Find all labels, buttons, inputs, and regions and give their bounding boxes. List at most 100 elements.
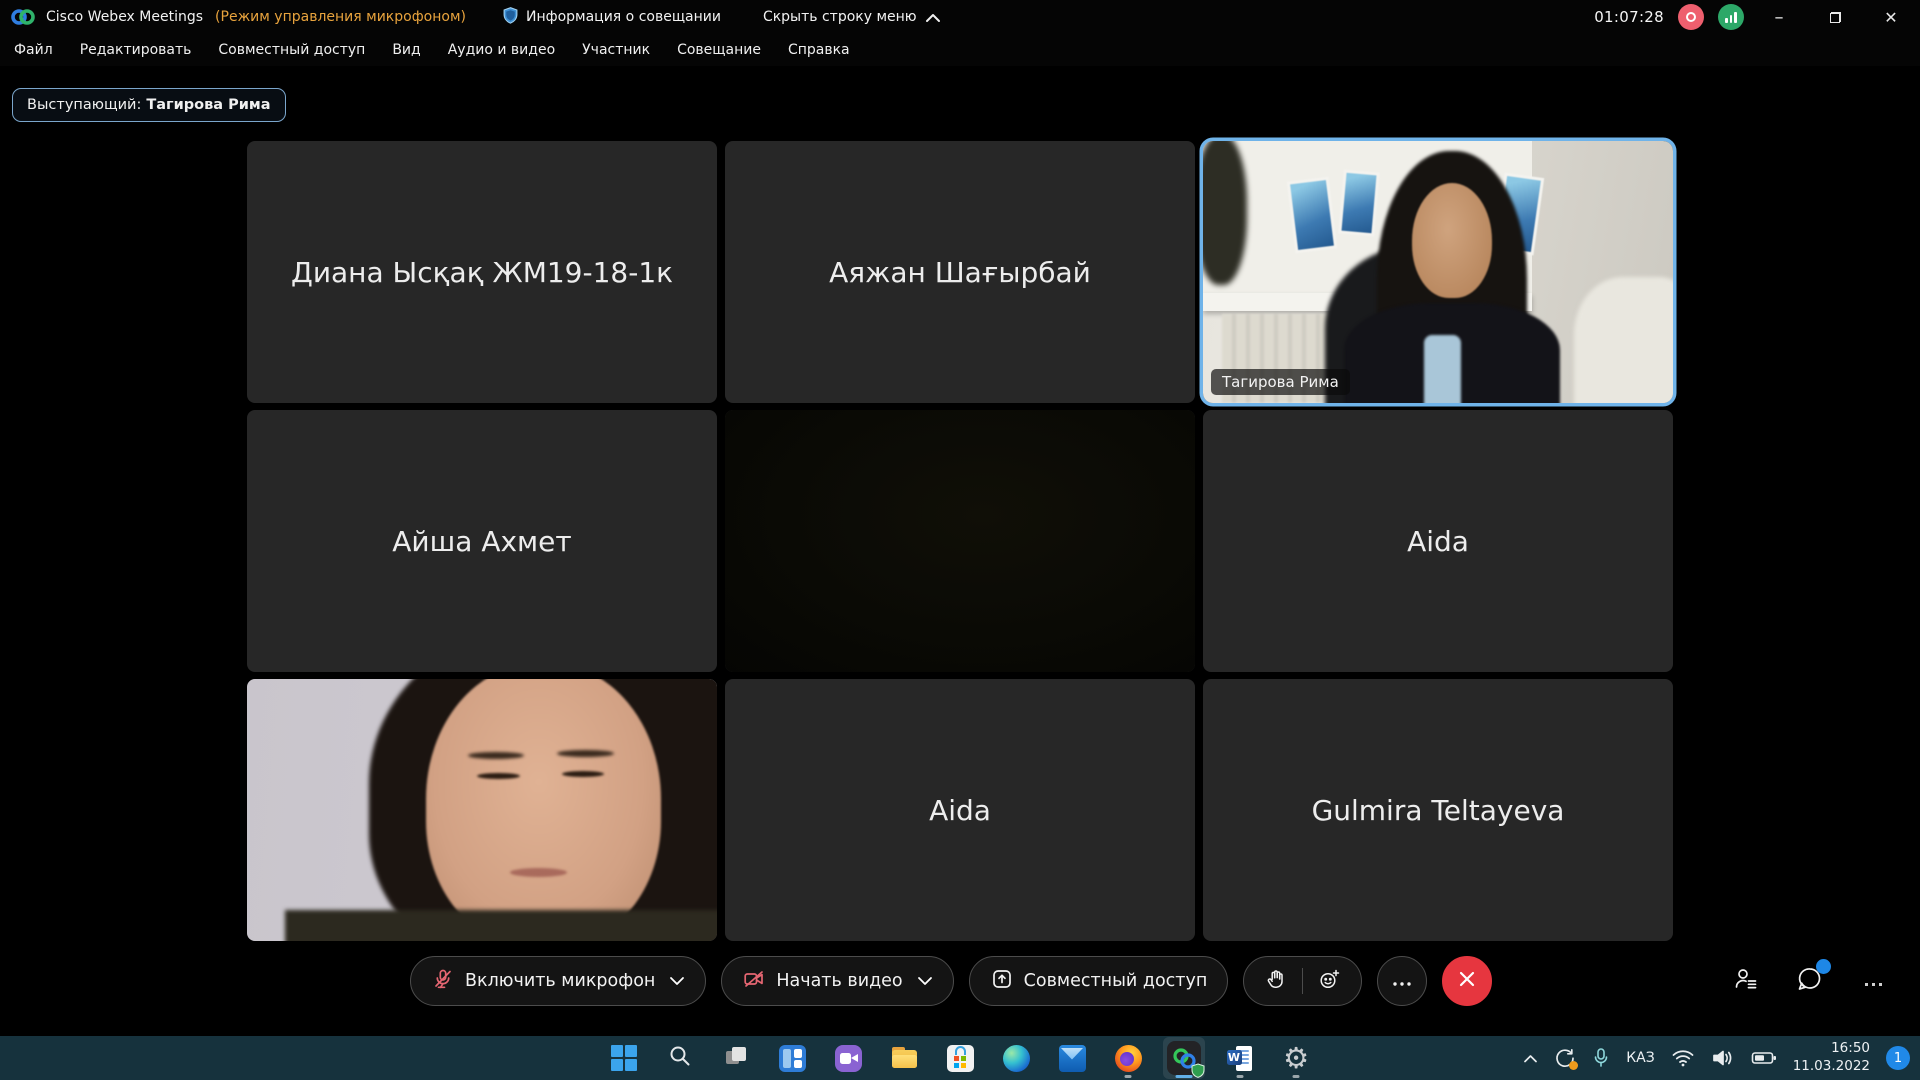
restore-button[interactable]: [1814, 2, 1856, 32]
connection-stats-icon[interactable]: [1718, 4, 1744, 30]
participant-name: Аяжан Шағырбай: [829, 256, 1091, 289]
participant-name: Aida: [929, 794, 991, 827]
mic-mode-label: (Режим управления микрофоном): [215, 9, 466, 25]
participant-name: Gulmira Teltayeva: [1312, 794, 1565, 827]
close-x-icon: [1458, 970, 1476, 992]
widgets-icon: [779, 1045, 806, 1072]
microsoft-store-button[interactable]: [939, 1037, 981, 1079]
participant-name: Aida: [1407, 525, 1469, 558]
start-button[interactable]: [603, 1037, 645, 1079]
reactions-group: [1243, 956, 1362, 1006]
meeting-timer: 01:07:28: [1594, 8, 1664, 26]
participants-panel-button[interactable]: [1728, 963, 1764, 999]
search-button[interactable]: [659, 1037, 701, 1079]
tray-chevron-up-icon[interactable]: [1523, 1054, 1538, 1063]
taskbar-clock[interactable]: 16:50 11.03.2022: [1793, 1040, 1870, 1075]
webex-logo-icon: [10, 7, 36, 27]
menu-view[interactable]: Вид: [392, 42, 420, 58]
wifi-icon[interactable]: [1671, 1048, 1695, 1068]
sync-update-icon[interactable]: [1554, 1047, 1576, 1069]
participant-name-chip: Тагирова Рима: [1211, 369, 1350, 395]
leave-meeting-button[interactable]: [1442, 956, 1492, 1006]
menu-file[interactable]: Файл: [14, 42, 53, 58]
more-options-button[interactable]: [1377, 956, 1427, 1006]
participant-tile[interactable]: Gulmira Teltayeva: [1203, 679, 1673, 941]
taskbar-apps: W ⚙: [603, 1037, 1317, 1079]
meeting-info-label: Информация о совещании: [526, 9, 721, 25]
webex-app-button[interactable]: [1163, 1037, 1205, 1079]
chevron-down-icon[interactable]: [917, 976, 933, 986]
file-explorer-button[interactable]: [883, 1037, 925, 1079]
active-speaker-badge: Выступающий: Тагирова Рима: [12, 88, 286, 122]
reactions-button[interactable]: [1303, 957, 1355, 1005]
notification-count-badge[interactable]: 1: [1886, 1046, 1910, 1070]
unmute-button[interactable]: Включить микрофон: [410, 956, 706, 1006]
participant-tile-video[interactable]: [247, 679, 717, 941]
battery-icon[interactable]: [1751, 1048, 1777, 1068]
share-content-button[interactable]: Совместный доступ: [969, 956, 1229, 1006]
minimize-button[interactable]: –: [1758, 2, 1800, 32]
share-screen-icon: [990, 967, 1014, 996]
clock-date: 11.03.2022: [1793, 1058, 1870, 1076]
participant-tile[interactable]: Aida: [725, 679, 1195, 941]
firefox-button[interactable]: [1107, 1037, 1149, 1079]
menu-meeting[interactable]: Совещание: [677, 42, 761, 58]
video-feed: [1203, 141, 1673, 403]
meeting-info-button[interactable]: Информация о совещании: [502, 6, 721, 29]
grid-row-1: Диана Ысқақ ЖМ19-18-1к Аяжан Шағырбай Та…: [247, 141, 1673, 403]
windows-taskbar: W ⚙ КАЗ: [0, 1036, 1920, 1080]
participant-name: Айша Ахмет: [392, 525, 571, 558]
share-label: Совместный доступ: [1024, 971, 1208, 991]
participant-tile-active-speaker[interactable]: Тагирова Рима: [1203, 141, 1673, 403]
speaker-badge-name: Тагирова Рима: [146, 97, 270, 113]
video-feed: [247, 679, 717, 941]
edge-icon: [1003, 1045, 1030, 1072]
participant-tile[interactable]: Диана Ысқақ ЖМ19-18-1к: [247, 141, 717, 403]
hide-menubar-button[interactable]: Скрыть строку меню: [763, 8, 941, 27]
raise-hand-button[interactable]: [1250, 957, 1302, 1005]
menu-edit[interactable]: Редактировать: [80, 42, 192, 58]
webex-app-icon: [1167, 1041, 1201, 1075]
windows-start-icon: [611, 1045, 637, 1071]
titlebar: Cisco Webex Meetings (Режим управления м…: [0, 0, 1920, 34]
menu-help[interactable]: Справка: [788, 42, 850, 58]
participant-tile[interactable]: Айша Ахмет: [247, 410, 717, 672]
settings-gear-icon: ⚙: [1283, 1044, 1309, 1073]
chat-panel-button[interactable]: [1792, 963, 1828, 999]
mic-in-use-icon[interactable]: [1592, 1047, 1610, 1069]
start-video-button[interactable]: Начать видео: [721, 956, 953, 1006]
video-grid: Диана Ысқақ ЖМ19-18-1к Аяжан Шағырбай Та…: [247, 141, 1673, 948]
volume-icon[interactable]: [1711, 1048, 1735, 1068]
widgets-button[interactable]: [771, 1037, 813, 1079]
smiley-plus-icon: [1317, 967, 1342, 996]
start-video-label: Начать видео: [776, 971, 902, 991]
mic-muted-icon: [431, 967, 455, 996]
chevron-down-icon[interactable]: [669, 976, 685, 986]
controls-right: [1728, 963, 1892, 999]
menu-participant[interactable]: Участник: [582, 42, 650, 58]
menu-audio-video[interactable]: Аудио и видео: [448, 42, 555, 58]
participants-icon: [1731, 964, 1761, 998]
participant-tile[interactable]: Aida: [1203, 410, 1673, 672]
participant-tile[interactable]: Аяжан Шағырбай: [725, 141, 1195, 403]
mail-icon: [1059, 1045, 1086, 1072]
language-indicator[interactable]: КАЗ: [1626, 1050, 1655, 1066]
settings-button[interactable]: ⚙: [1275, 1037, 1317, 1079]
mail-button[interactable]: [1051, 1037, 1093, 1079]
edge-button[interactable]: [995, 1037, 1037, 1079]
titlebar-right: 01:07:28 – ✕: [1594, 2, 1920, 32]
camera-off-icon: [742, 967, 766, 996]
file-explorer-icon: [891, 1045, 918, 1072]
menu-share[interactable]: Совместный доступ: [218, 42, 365, 58]
speaker-badge-label: Выступающий:: [27, 97, 141, 113]
shield-icon: [502, 6, 519, 29]
recording-indicator-icon[interactable]: [1678, 4, 1704, 30]
participant-tile-dark-video[interactable]: [725, 410, 1195, 672]
close-button[interactable]: ✕: [1870, 2, 1912, 32]
chat-app-button[interactable]: [827, 1037, 869, 1079]
video-feed: [725, 410, 1195, 672]
desktop: Cisco Webex Meetings (Режим управления м…: [0, 0, 1920, 1080]
word-button[interactable]: W: [1219, 1037, 1261, 1079]
task-view-button[interactable]: [715, 1037, 757, 1079]
more-panels-button[interactable]: [1856, 963, 1892, 999]
